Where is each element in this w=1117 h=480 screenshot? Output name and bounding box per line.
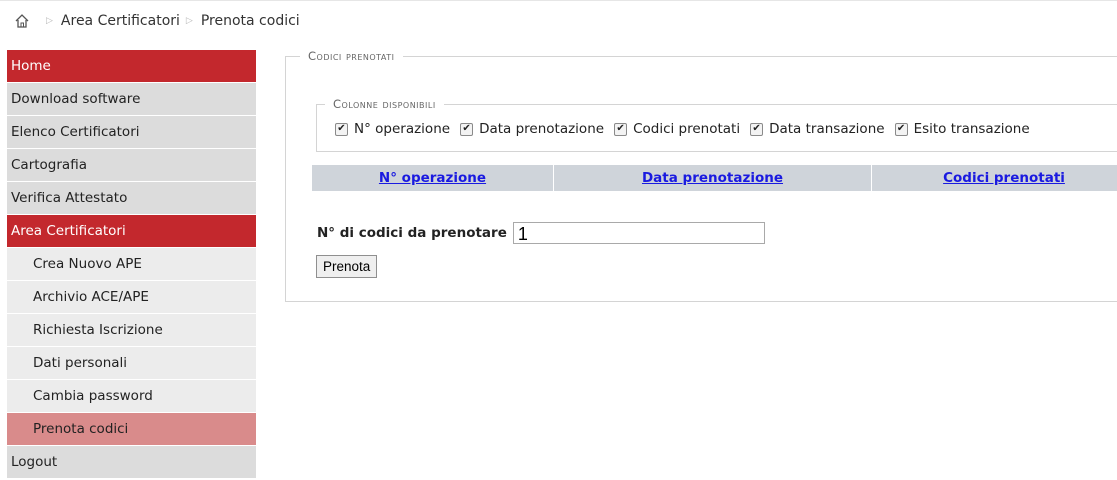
sidebar-item-dati-personali[interactable]: Dati personali	[7, 347, 256, 380]
sidebar-item-home[interactable]: Home	[7, 50, 256, 83]
column-toggle-label: Codici prenotati	[633, 121, 741, 137]
sidebar-item-cambia-password[interactable]: Cambia password	[7, 380, 256, 413]
checkbox-checked-icon[interactable]: ✔	[750, 122, 764, 136]
column-toggle-codici-prenotati[interactable]: ✔ Codici prenotati	[614, 121, 740, 137]
breadcrumb-item-prenota-codici: Prenota codici	[200, 12, 300, 29]
checkbox-checked-icon[interactable]: ✔	[894, 122, 908, 136]
count-input[interactable]	[512, 222, 765, 244]
checkbox-checked-icon[interactable]: ✔	[335, 122, 348, 136]
breadcrumb: ▷ Area Certificatori ▷ Prenota codici	[0, 0, 1117, 40]
breadcrumb-separator-icon: ▷	[46, 15, 53, 26]
sidebar-item-area-certificatori[interactable]: Area Certificatori	[7, 215, 256, 248]
home-icon[interactable]	[14, 13, 30, 29]
column-toggle-data-prenotazione[interactable]: ✔ Data prenotazione	[460, 121, 604, 137]
checkbox-checked-icon[interactable]: ✔	[460, 122, 474, 136]
checkbox-checked-icon[interactable]: ✔	[614, 122, 628, 136]
colonne-disponibili-fieldset: Colonne disponibili ✔ N° operazione ✔ Da…	[316, 97, 1117, 152]
grid-header-row: N° operazione Data prenotazione Codici p…	[312, 165, 1117, 191]
count-label: N° di codici da prenotare	[317, 225, 507, 241]
column-toggle-label: Esito transazione	[913, 121, 1030, 137]
grid-header-data-prenotazione: Data prenotazione	[554, 165, 872, 191]
sidebar-item-crea-nuovo-ape[interactable]: Crea Nuovo APE	[7, 248, 256, 281]
grid-header-codici-prenotati: Codici prenotati	[872, 165, 1117, 191]
column-toggle-label: N° operazione	[354, 121, 451, 137]
sort-link-codici-prenotati[interactable]: Codici prenotati	[943, 170, 1065, 186]
sidebar-item-prenota-codici[interactable]: Prenota codici	[7, 413, 256, 446]
sidebar-item-logout[interactable]: Logout	[7, 446, 256, 479]
breadcrumb-separator-icon: ▷	[185, 15, 193, 26]
sidebar-item-archivio-ace-ape[interactable]: Archivio ACE/APE	[7, 281, 256, 314]
column-checkboxes: ✔ N° operazione ✔ Data prenotazione ✔ Co…	[335, 121, 1040, 137]
sidebar-item-download-software[interactable]: Download software	[7, 83, 256, 116]
colonne-disponibili-legend: Colonne disponibili	[325, 97, 444, 111]
column-toggle-numero-operazione[interactable]: ✔ N° operazione	[335, 121, 450, 137]
column-toggle-esito-transazione[interactable]: ✔ Esito transazione	[894, 121, 1030, 137]
sidebar-nav: Home Download software Elenco Certificat…	[7, 50, 256, 479]
sort-link-numero-operazione[interactable]: N° operazione	[379, 170, 486, 186]
column-toggle-label: Data transazione	[769, 121, 885, 137]
sidebar-item-richiesta-iscrizione[interactable]: Richiesta Iscrizione	[7, 314, 256, 347]
count-row: N° di codici da prenotare	[317, 222, 765, 244]
codici-prenotati-legend: Codici prenotati	[300, 49, 403, 63]
sidebar-item-verifica-attestato[interactable]: Verifica Attestato	[7, 182, 256, 215]
column-toggle-label: Data prenotazione	[479, 121, 605, 137]
sidebar-item-cartografia[interactable]: Cartografia	[7, 149, 256, 182]
sidebar-item-elenco-certificatori[interactable]: Elenco Certificatori	[7, 116, 256, 149]
grid-header-numero-operazione: N° operazione	[312, 165, 554, 191]
prenota-button[interactable]: Prenota	[316, 255, 378, 278]
codici-prenotati-fieldset: Codici prenotati Colonne disponibili ✔ N…	[285, 49, 1117, 302]
breadcrumb-item-area-certificatori[interactable]: Area Certificatori	[61, 13, 180, 29]
sort-link-data-prenotazione[interactable]: Data prenotazione	[642, 170, 783, 186]
column-toggle-data-transazione[interactable]: ✔ Data transazione	[750, 121, 885, 137]
